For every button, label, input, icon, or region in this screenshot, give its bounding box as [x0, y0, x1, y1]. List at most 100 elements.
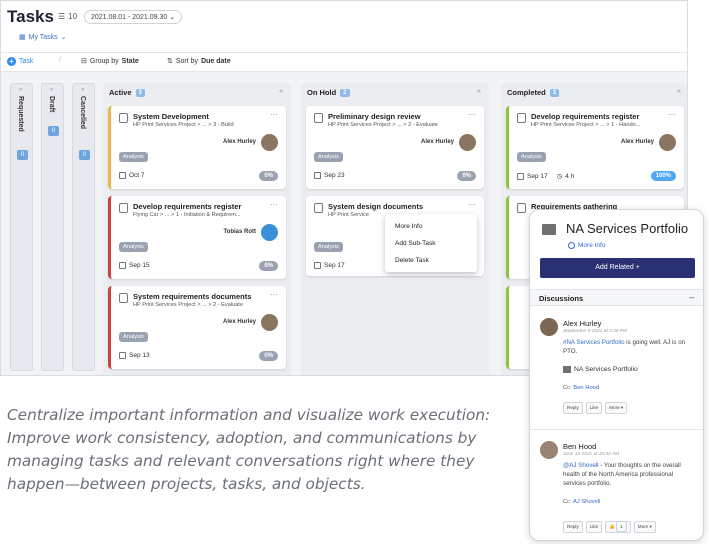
message-author: Alex Hurley	[563, 319, 602, 328]
count-badge: 2	[340, 88, 350, 97]
like-count: 👍 1	[605, 521, 631, 533]
progress-pill: 100%	[650, 171, 676, 181]
task-card[interactable]: Develop requirements register HP Print S…	[506, 106, 684, 189]
collapsed-column-requested[interactable]: » Requested 0	[10, 83, 33, 371]
message-actions: Reply Like 👍 1 More ▾	[563, 521, 656, 533]
more-options-icon[interactable]: ···	[270, 200, 278, 209]
discussion-message: Ben Hood June 10 2021 at 10:42 AM @AJ Sh…	[538, 441, 697, 540]
due-date: Sep 13	[119, 352, 150, 359]
task-icon	[517, 203, 526, 213]
task-owner: Alex Hurley	[222, 319, 256, 325]
task-name: System Development	[133, 112, 209, 121]
calendar-icon	[517, 172, 524, 180]
progress-pill: 0%	[259, 171, 278, 181]
sort-icon: ⇅	[167, 58, 173, 65]
message-actions: Reply Like More ▾	[563, 402, 628, 414]
more-options-icon[interactable]: ···	[668, 110, 676, 119]
date-range-select[interactable]: 2021.08.01 - 2021.09.30 ⌄	[84, 10, 183, 24]
group-icon: ⊟	[81, 58, 87, 65]
task-owner: Alex Hurley	[222, 139, 256, 145]
expand-icon[interactable]: »	[81, 87, 84, 93]
more-options-icon[interactable]: ···	[270, 290, 278, 299]
task-tag: Analysis	[517, 152, 546, 162]
progress-pill: 0%	[259, 351, 278, 361]
collapse-icon[interactable]: «	[279, 88, 283, 95]
menu-item-add-sub-task[interactable]: Add Sub-Task	[395, 240, 435, 247]
task-tag: Analysis	[314, 242, 343, 252]
menu-item-more-info[interactable]: More Info	[395, 223, 422, 230]
portfolio-panel: NA Services Portfolio More Info Add Rela…	[529, 209, 704, 541]
count-badge: 3	[549, 88, 560, 97]
due-date: Sep 17	[314, 262, 345, 269]
task-context-menu: More Info Add Sub-Task Delete Task	[385, 214, 477, 272]
more-button[interactable]: More ▾	[605, 402, 628, 414]
divider-slash: /	[59, 57, 61, 64]
add-task-button[interactable]: + Task	[7, 57, 33, 66]
menu-item-delete-task[interactable]: Delete Task	[395, 257, 429, 264]
task-name: System requirements documents	[133, 292, 252, 301]
task-card[interactable]: Preliminary design review HP Print Servi…	[306, 106, 484, 189]
avatar	[459, 134, 476, 151]
list-icon: ☰	[58, 12, 66, 21]
task-icon	[314, 203, 323, 213]
group-by-button[interactable]: ⊟ Group by State	[81, 57, 139, 66]
due-date: Sep 15	[119, 262, 150, 269]
my-tasks-filter[interactable]: ▦ My Tasks ⌄	[19, 33, 67, 42]
portfolio-icon	[563, 366, 571, 373]
column-active: Active 3 « System Development HP Print Se…	[103, 83, 291, 375]
avatar	[261, 314, 278, 331]
calendar-icon	[119, 262, 126, 269]
task-card[interactable]: System Development HP Print Services Pro…	[108, 106, 286, 189]
due-date: Sep 23	[314, 172, 345, 179]
task-card[interactable]: System requirements documents HP Print S…	[108, 286, 286, 369]
avatar	[540, 318, 558, 336]
sort-by-button[interactable]: ⇅ Sort by Due date	[167, 57, 231, 66]
column-header: On Hold 2	[307, 88, 350, 97]
task-icon	[314, 113, 323, 123]
progress-pill: 0%	[259, 261, 278, 271]
reply-button[interactable]: Reply	[563, 521, 583, 533]
reply-button[interactable]: Reply	[563, 402, 583, 414]
task-path: HP Print Services Project > ... > 2 - Ev…	[133, 302, 243, 308]
more-options-icon[interactable]: ···	[468, 200, 476, 209]
info-icon	[568, 242, 575, 249]
task-card[interactable]: Develop requirements register Flying Car…	[108, 196, 286, 279]
due-date: Sep 17 ◷ 4 h	[517, 172, 574, 180]
add-related-button[interactable]: Add Related +	[540, 258, 695, 278]
calendar-icon	[119, 172, 126, 179]
expand-icon[interactable]: »	[19, 87, 22, 93]
discussions-header: Discussions –	[530, 289, 703, 306]
more-options-icon[interactable]: ···	[270, 110, 278, 119]
task-name: System design documents	[328, 202, 424, 211]
chevron-down-icon: ⌄	[60, 34, 67, 41]
like-button[interactable]: Like	[585, 521, 603, 533]
task-name: Preliminary design review	[328, 112, 421, 121]
collapse-icon[interactable]: «	[677, 88, 681, 95]
message-time: June 10 2021 at 10:42 AM	[563, 452, 620, 457]
count-badge: 0	[48, 126, 59, 136]
chevron-down-icon: ⌄	[169, 14, 176, 21]
discussion-message: Alex Hurley September 9 2021 at 3:30 PM …	[538, 318, 697, 430]
plus-icon: +	[7, 57, 16, 66]
expand-icon[interactable]: »	[50, 87, 53, 93]
like-button[interactable]: Like	[585, 402, 603, 414]
mention-link[interactable]: @AJ Shovell	[563, 462, 599, 469]
collapse-icon[interactable]: –	[689, 292, 694, 302]
more-options-icon[interactable]: ···	[468, 110, 476, 119]
clock-icon: ◷	[556, 173, 563, 180]
panel-title: NA Services Portfolio	[566, 221, 689, 236]
count-badge: 3	[135, 88, 145, 97]
mention-link[interactable]: #NA Services Portfolio	[563, 339, 625, 346]
collapsed-column-cancelled[interactable]: » Cancelled 0	[72, 83, 95, 371]
linked-object[interactable]: NA Services Portfolio	[563, 366, 638, 373]
more-button[interactable]: More ▾	[633, 521, 656, 533]
more-info-link[interactable]: More Info	[568, 242, 605, 249]
calendar-icon	[314, 262, 321, 269]
task-path: HP Print Services Project > ... > 1 - Ha…	[531, 122, 641, 128]
collapse-icon[interactable]: «	[477, 88, 481, 95]
task-path: HP Print Services Project > ... > 3 - Bu…	[133, 122, 234, 128]
collapsed-column-draft[interactable]: » Draft 0	[41, 83, 64, 371]
calendar-icon	[119, 352, 126, 359]
task-owner: Tobias Rott	[223, 229, 256, 235]
avatar	[261, 134, 278, 151]
